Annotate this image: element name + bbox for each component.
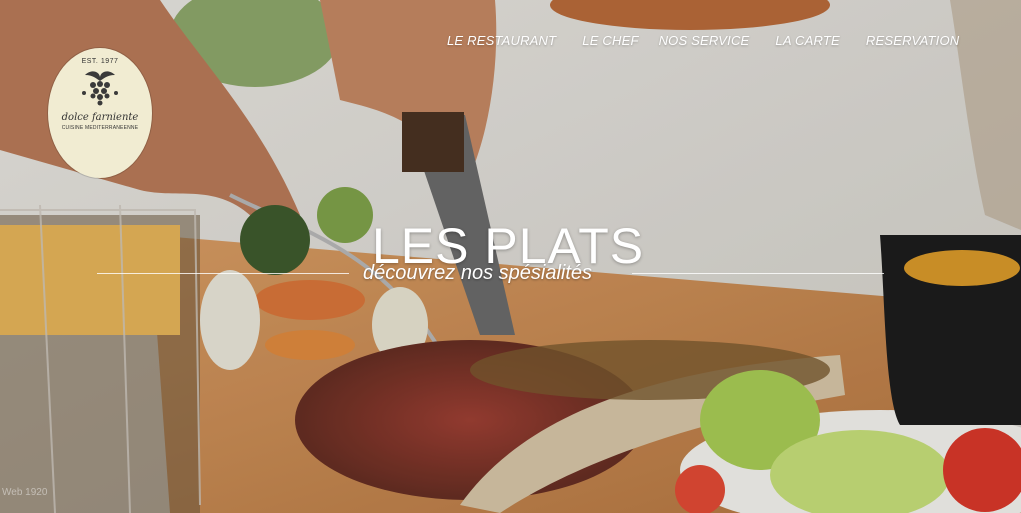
nav-la-carte[interactable]: LA CARTE: [775, 33, 839, 48]
logo-est: EST. 1977: [81, 58, 119, 65]
frame-watermark: Web 1920: [2, 487, 48, 498]
nav-le-chef[interactable]: LE CHEF: [582, 33, 638, 48]
logo-name: dolce farniente: [61, 112, 139, 123]
grapes-icon: [82, 71, 118, 106]
hero-section: LE RESTAURANT LE CHEF NOS SERVICE LA CAR…: [0, 0, 1021, 513]
logo-subtitle: CUISINE MEDITERRANEENNE: [61, 125, 139, 131]
nav-le-restaurant[interactable]: LE RESTAURANT: [447, 33, 556, 48]
site-logo[interactable]: EST. 1977 dolce farniente CUISINE MEDITE…: [48, 48, 152, 178]
nav-reservation[interactable]: RESERVATION: [866, 33, 959, 48]
divider-left: [97, 273, 349, 274]
nav-nos-service[interactable]: NOS SERVICE: [659, 33, 750, 48]
main-navigation: LE RESTAURANT LE CHEF NOS SERVICE LA CAR…: [447, 33, 959, 48]
page-subtitle: découvrez nos spésialités: [363, 262, 593, 284]
divider-right: [632, 273, 884, 274]
